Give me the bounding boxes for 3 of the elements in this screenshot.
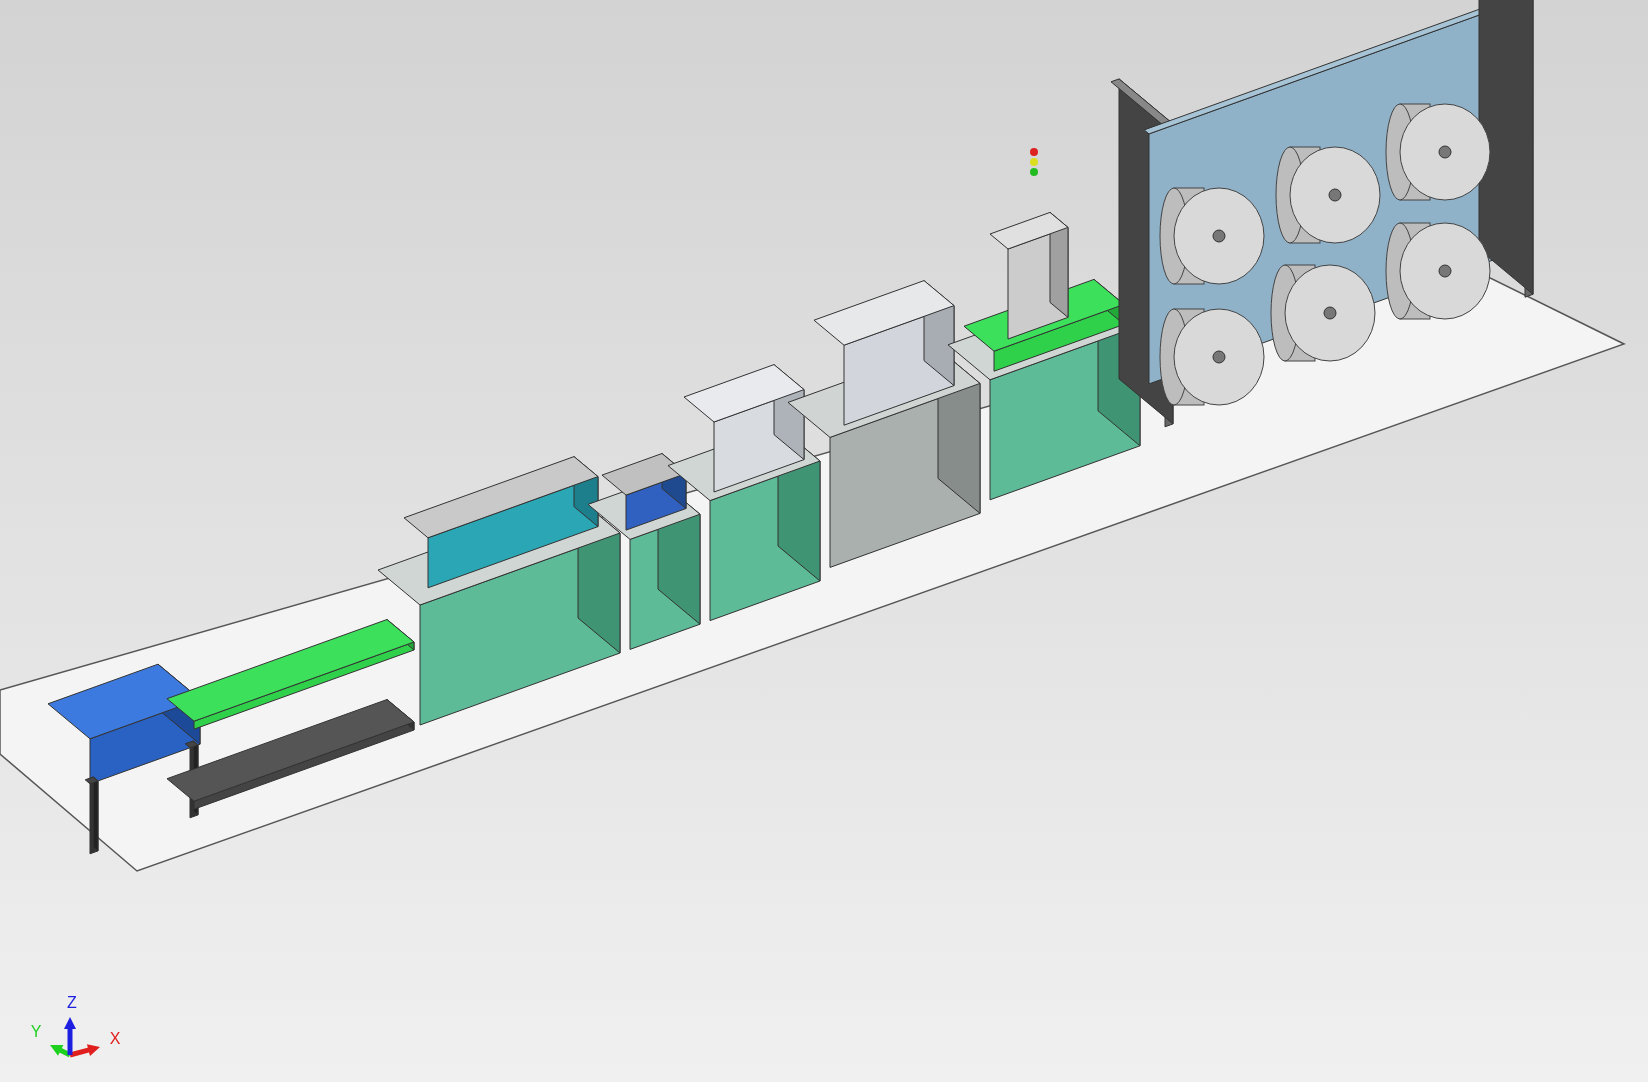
- axis-label: X: [109, 1030, 121, 1047]
- axis-label: Z: [67, 994, 77, 1011]
- axis-label: Y: [30, 1023, 42, 1040]
